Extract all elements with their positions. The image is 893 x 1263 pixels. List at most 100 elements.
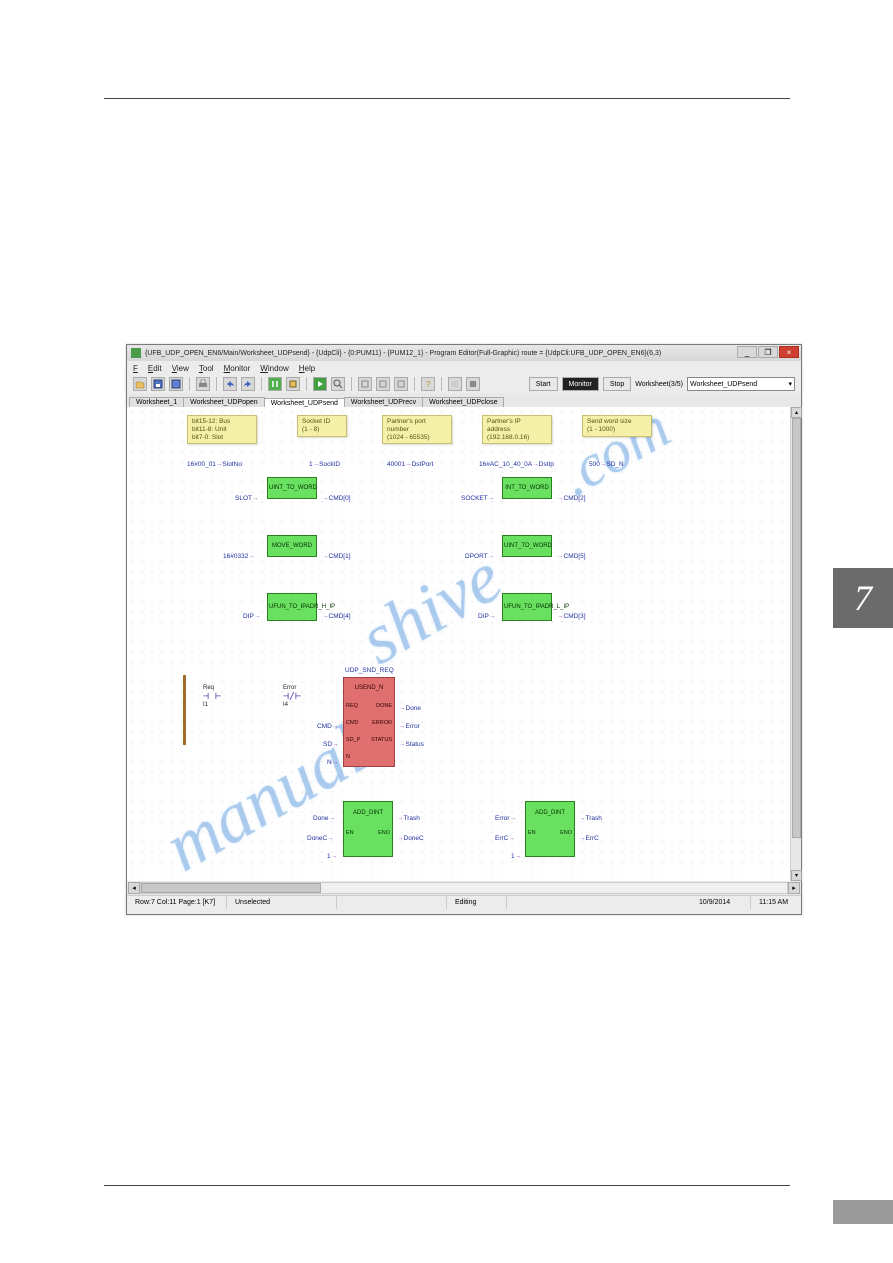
add1-in2: DoneC→	[307, 835, 334, 842]
udp-in-n: N→	[327, 759, 338, 766]
menu-edit[interactable]: Edit	[148, 364, 162, 373]
fb3-in: DIP→	[243, 613, 260, 620]
tool-run-icon[interactable]	[313, 377, 327, 391]
statusbar: Row:7 Col:11 Page:1 [K7] Unselected Edit…	[127, 895, 801, 909]
tabbar: Worksheet_1 Worksheet_UDPopen Worksheet_…	[127, 393, 801, 407]
menu-view[interactable]: View	[172, 364, 189, 373]
fb6-out: →CMD[3]	[557, 613, 586, 620]
app-icon	[131, 348, 141, 358]
status-mode: Editing	[447, 896, 507, 909]
const-wsize: 500→SD_N	[589, 461, 624, 468]
fb-ipadr-h[interactable]: UFUN_TO_IPADR_H_IP	[267, 593, 317, 621]
tab-udprecv[interactable]: Worksheet_UDPrecv	[344, 397, 423, 407]
tool-save2-icon[interactable]	[169, 377, 183, 391]
fb-uint-to-word-2[interactable]: UINT_TO_WORD	[502, 535, 552, 557]
scroll-left-icon[interactable]: ◂	[128, 882, 140, 894]
window-title: {UFB_UDP_OPEN_EN6/Main/Worksheet_UDPsend…	[145, 350, 661, 357]
status-date: 10/9/2014	[691, 896, 751, 909]
note-ip: Partner's IPaddress(192.168.0.16)	[482, 415, 552, 444]
tool-c1-icon[interactable]	[448, 377, 462, 391]
fb3-out: →CMD[4]	[322, 613, 351, 620]
note-wsize: Send word size(1 - 1000)	[582, 415, 652, 437]
note-socket: Socket ID(1 - 8)	[297, 415, 347, 437]
tool-open-icon[interactable]	[133, 377, 147, 391]
fb-int-to-word[interactable]: INT_TO_WORD	[502, 477, 552, 499]
fb1-out: →CMD[0]	[322, 495, 351, 502]
tab-udpopen[interactable]: Worksheet_UDPopen	[183, 397, 265, 407]
worksheet-select[interactable]: Worksheet_UDPsend▾	[687, 377, 795, 391]
side-block	[833, 1200, 893, 1224]
udp-in-sd: SD→	[323, 741, 339, 748]
tool-save-icon[interactable]	[151, 377, 165, 391]
tool-print-icon[interactable]	[196, 377, 210, 391]
add2-out1: →Trash	[579, 815, 602, 822]
tool-b3-icon[interactable]	[394, 377, 408, 391]
fb2-out: →CMD[1]	[322, 553, 351, 560]
chevron-down-icon: ▾	[788, 380, 792, 388]
add2-out2: →ErrC	[579, 835, 599, 842]
add2-in2: ErrC→	[495, 835, 515, 842]
fb-uint-to-word-1[interactable]: UINT_TO_WORD	[267, 477, 317, 499]
fb4-in: SOCKET→	[461, 495, 494, 502]
menu-monitor[interactable]: Monitor	[224, 364, 251, 373]
scroll-down-icon[interactable]: ▾	[791, 870, 802, 881]
chapter-tab: 7	[833, 568, 893, 628]
contact-req[interactable]: Req⊣ ⊢I1	[203, 685, 221, 708]
vertical-scrollbar[interactable]: ▴ ▾	[790, 407, 801, 881]
status-pos: Row:7 Col:11 Page:1 [K7]	[127, 896, 227, 909]
fb-udp-send[interactable]: USEND_N REQDONE CMDERROR SD_PSTATUS N	[343, 677, 395, 767]
titlebar[interactable]: {UFB_UDP_OPEN_EN6/Main/Worksheet_UDPsend…	[127, 345, 801, 361]
status-sel: Unselected	[227, 896, 337, 909]
tool-d2-icon[interactable]	[286, 377, 300, 391]
note-port: Partner's portnumber(1024 - 65535)	[382, 415, 452, 444]
add2-in3: 1→	[511, 853, 521, 860]
fb-move-word[interactable]: MOVE_WORD	[267, 535, 317, 557]
const-ip: 16#AC_10_40_0A→DstIp	[479, 461, 554, 468]
tool-c2-icon[interactable]	[466, 377, 480, 391]
fb2-in: 16#0332→	[223, 553, 255, 560]
horizontal-scrollbar[interactable]: ◂ ▸	[127, 881, 801, 895]
menu-tool[interactable]: Tool	[199, 364, 214, 373]
scroll-right-icon[interactable]: ▸	[788, 882, 800, 894]
contact-error[interactable]: Error⊣/⊢I4	[283, 685, 301, 708]
stop-button[interactable]: Stop	[603, 377, 631, 391]
udp-title: UDP_SND_REQ	[345, 667, 394, 674]
minimize-button[interactable]: _	[737, 346, 757, 358]
start-button[interactable]: Start	[529, 377, 558, 391]
const-slot: 16#00_01→SlotNo	[187, 461, 242, 468]
add1-in1: Done→	[313, 815, 335, 822]
tool-d1-icon[interactable]	[268, 377, 282, 391]
maximize-button[interactable]: ❐	[758, 346, 778, 358]
tab-worksheet1[interactable]: Worksheet_1	[129, 397, 184, 407]
monitor-button[interactable]: Monitor	[562, 377, 599, 391]
fb-ipadr-l[interactable]: UFUN_TO_IPADR_L_IP	[502, 593, 552, 621]
hscroll-thumb[interactable]	[141, 883, 321, 893]
tool-redo-icon[interactable]	[241, 377, 255, 391]
menu-file[interactable]: F	[133, 364, 138, 373]
menu-window[interactable]: Window	[260, 364, 288, 373]
fb-add-dint-1[interactable]: ADD_DINT ENENO	[343, 801, 393, 857]
add1-in3: 1→	[327, 853, 337, 860]
menubar: F Edit View Tool Monitor Window Help	[127, 361, 801, 375]
udp-in-cmd: CMD→	[317, 723, 338, 730]
tool-help-icon[interactable]: ?	[421, 377, 435, 391]
note-slot: bit15-12: Busbit11-8: Unitbit7-0: Slot	[187, 415, 257, 444]
vscroll-thumb[interactable]	[792, 418, 801, 838]
fb-add-dint-2[interactable]: ADD_DINT ENENO	[525, 801, 575, 857]
tab-udpclose[interactable]: Worksheet_UDPclose	[422, 397, 504, 407]
udp-out-error: →Error	[399, 723, 420, 730]
close-button[interactable]: ×	[779, 346, 799, 358]
tool-zoom-icon[interactable]	[331, 377, 345, 391]
menu-help[interactable]: Help	[299, 364, 315, 373]
tool-b1-icon[interactable]	[358, 377, 372, 391]
fbd-canvas[interactable]: .com shive manual bit15-12: Busbit11-8: …	[127, 407, 801, 881]
fb4-out: →CMD[2]	[557, 495, 586, 502]
fb5-out: →CMD[5]	[557, 553, 586, 560]
scroll-up-icon[interactable]: ▴	[791, 407, 802, 418]
svg-text:?: ?	[426, 380, 431, 389]
tool-undo-icon[interactable]	[223, 377, 237, 391]
tool-b2-icon[interactable]	[376, 377, 390, 391]
fb6-in: DIP→	[478, 613, 495, 620]
add1-out1: →Trash	[397, 815, 420, 822]
add2-in1: Error→	[495, 815, 516, 822]
